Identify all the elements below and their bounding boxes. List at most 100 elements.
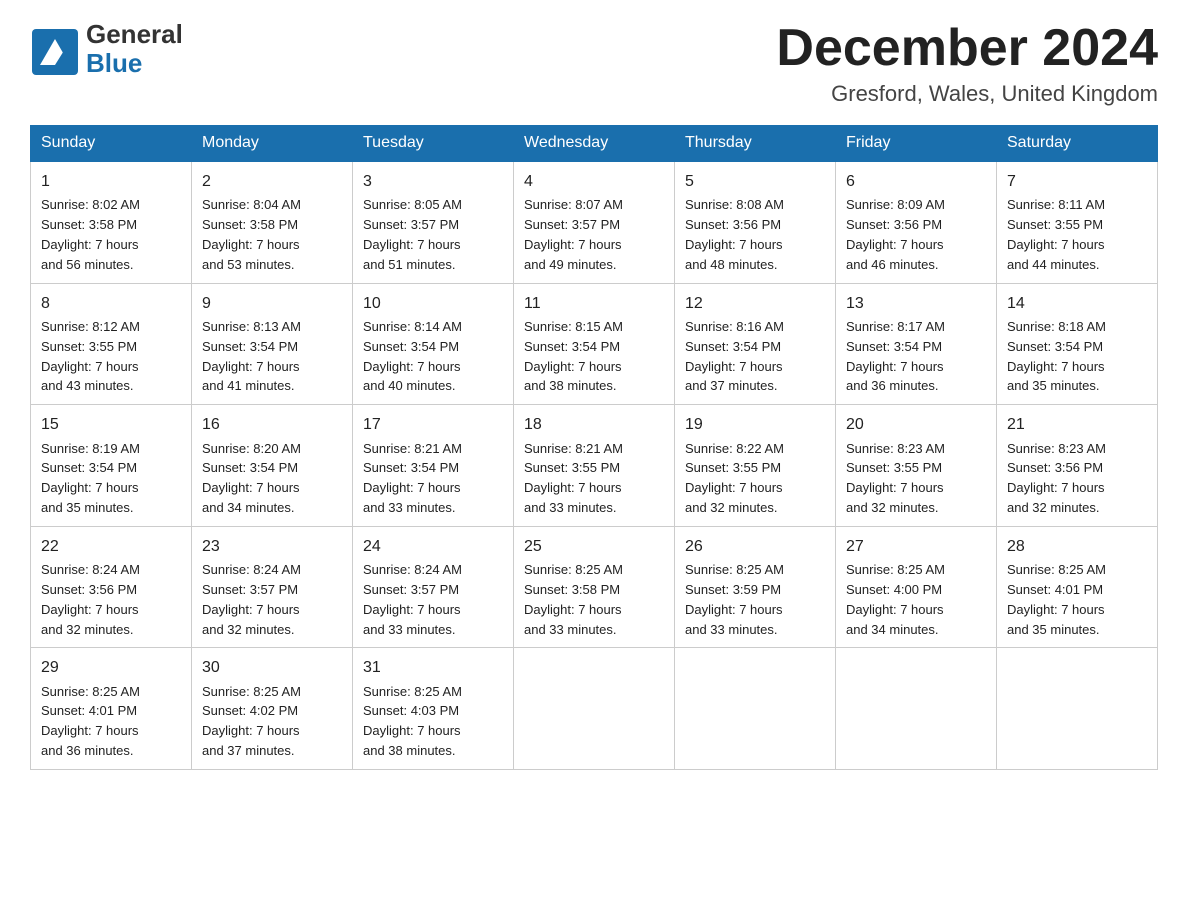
day-number: 13 bbox=[846, 292, 986, 315]
calendar-table: SundayMondayTuesdayWednesdayThursdayFrid… bbox=[30, 125, 1158, 770]
calendar-cell: 30 Sunrise: 8:25 AMSunset: 4:02 PMDayligh… bbox=[192, 648, 353, 770]
col-header-tuesday: Tuesday bbox=[353, 126, 514, 162]
day-number: 27 bbox=[846, 535, 986, 558]
day-info: Sunrise: 8:16 AMSunset: 3:54 PMDaylight:… bbox=[685, 319, 784, 394]
page-header: General Blue December 2024 Gresford, Wal… bbox=[30, 20, 1158, 107]
calendar-cell: 8Sunrise: 8:12 AMSunset: 3:55 PMDaylight… bbox=[31, 283, 192, 405]
day-info: Sunrise: 8:24 AMSunset: 3:56 PMDaylight:… bbox=[41, 562, 140, 637]
calendar-cell: 18 Sunrise: 8:21 AMSunset: 3:55 PMDayligh… bbox=[514, 405, 675, 527]
day-number: 5 bbox=[685, 170, 825, 193]
week-row-2: 8Sunrise: 8:12 AMSunset: 3:55 PMDaylight… bbox=[31, 283, 1158, 405]
day-number: 31 bbox=[363, 656, 503, 679]
logo-icon bbox=[30, 27, 80, 77]
day-number: 12 bbox=[685, 292, 825, 315]
calendar-cell: 4 Sunrise: 8:07 AMSunset: 3:57 PMDaylight… bbox=[514, 161, 675, 283]
calendar-cell: 23 Sunrise: 8:24 AMSunset: 3:57 PMDayligh… bbox=[192, 526, 353, 648]
day-number: 14 bbox=[1007, 292, 1147, 315]
calendar-cell: 12 Sunrise: 8:16 AMSunset: 3:54 PMDayligh… bbox=[675, 283, 836, 405]
day-number: 23 bbox=[202, 535, 342, 558]
day-number: 30 bbox=[202, 656, 342, 679]
day-number: 7 bbox=[1007, 170, 1147, 193]
day-info: Sunrise: 8:21 AMSunset: 3:55 PMDaylight:… bbox=[524, 441, 623, 516]
calendar-cell: 14 Sunrise: 8:18 AMSunset: 3:54 PMDayligh… bbox=[997, 283, 1158, 405]
day-info: Sunrise: 8:21 AMSunset: 3:54 PMDaylight:… bbox=[363, 441, 462, 516]
calendar-cell: 22 Sunrise: 8:24 AMSunset: 3:56 PMDayligh… bbox=[31, 526, 192, 648]
day-info: Sunrise: 8:17 AMSunset: 3:54 PMDaylight:… bbox=[846, 319, 945, 394]
day-info: Sunrise: 8:25 AMSunset: 4:00 PMDaylight:… bbox=[846, 562, 945, 637]
day-info: Sunrise: 8:07 AMSunset: 3:57 PMDaylight:… bbox=[524, 197, 623, 272]
day-info: Sunrise: 8:24 AMSunset: 3:57 PMDaylight:… bbox=[202, 562, 301, 637]
day-info: Sunrise: 8:23 AMSunset: 3:55 PMDaylight:… bbox=[846, 441, 945, 516]
day-number: 15 bbox=[41, 413, 181, 436]
day-info: Sunrise: 8:11 AMSunset: 3:55 PMDaylight:… bbox=[1007, 197, 1105, 272]
day-number: 28 bbox=[1007, 535, 1147, 558]
calendar-cell bbox=[997, 648, 1158, 770]
calendar-cell: 2Sunrise: 8:04 AMSunset: 3:58 PMDaylight… bbox=[192, 161, 353, 283]
calendar-header-row: SundayMondayTuesdayWednesdayThursdayFrid… bbox=[31, 126, 1158, 162]
day-info: Sunrise: 8:25 AMSunset: 4:03 PMDaylight:… bbox=[363, 684, 462, 759]
day-number: 26 bbox=[685, 535, 825, 558]
logo: General Blue bbox=[30, 20, 183, 77]
calendar-cell: 16Sunrise: 8:20 AMSunset: 3:54 PMDayligh… bbox=[192, 405, 353, 527]
day-info: Sunrise: 8:13 AMSunset: 3:54 PMDaylight:… bbox=[202, 319, 301, 394]
day-info: Sunrise: 8:14 AMSunset: 3:54 PMDaylight:… bbox=[363, 319, 462, 394]
week-row-1: 1Sunrise: 8:02 AMSunset: 3:58 PMDaylight… bbox=[31, 161, 1158, 283]
calendar-cell: 9Sunrise: 8:13 AMSunset: 3:54 PMDaylight… bbox=[192, 283, 353, 405]
day-number: 16 bbox=[202, 413, 342, 436]
calendar-cell: 1Sunrise: 8:02 AMSunset: 3:58 PMDaylight… bbox=[31, 161, 192, 283]
day-number: 4 bbox=[524, 170, 664, 193]
day-info: Sunrise: 8:19 AMSunset: 3:54 PMDaylight:… bbox=[41, 441, 140, 516]
calendar-cell: 3Sunrise: 8:05 AMSunset: 3:57 PMDaylight… bbox=[353, 161, 514, 283]
day-number: 17 bbox=[363, 413, 503, 436]
calendar-cell bbox=[675, 648, 836, 770]
calendar-cell: 25Sunrise: 8:25 AMSunset: 3:58 PMDayligh… bbox=[514, 526, 675, 648]
week-row-5: 29Sunrise: 8:25 AMSunset: 4:01 PMDayligh… bbox=[31, 648, 1158, 770]
day-number: 29 bbox=[41, 656, 181, 679]
week-row-4: 22 Sunrise: 8:24 AMSunset: 3:56 PMDayligh… bbox=[31, 526, 1158, 648]
calendar-cell: 15 Sunrise: 8:19 AMSunset: 3:54 PMDayligh… bbox=[31, 405, 192, 527]
day-info: Sunrise: 8:09 AMSunset: 3:56 PMDaylight:… bbox=[846, 197, 945, 272]
day-info: Sunrise: 8:22 AMSunset: 3:55 PMDaylight:… bbox=[685, 441, 784, 516]
col-header-saturday: Saturday bbox=[997, 126, 1158, 162]
calendar-cell: 31 Sunrise: 8:25 AMSunset: 4:03 PMDayligh… bbox=[353, 648, 514, 770]
col-header-monday: Monday bbox=[192, 126, 353, 162]
logo-blue-text: Blue bbox=[86, 48, 142, 78]
day-number: 3 bbox=[363, 170, 503, 193]
day-info: Sunrise: 8:25 AMSunset: 4:02 PMDaylight:… bbox=[202, 684, 301, 759]
calendar-cell: 20 Sunrise: 8:23 AMSunset: 3:55 PMDayligh… bbox=[836, 405, 997, 527]
title-section: December 2024 Gresford, Wales, United Ki… bbox=[776, 20, 1158, 107]
calendar-cell: 29Sunrise: 8:25 AMSunset: 4:01 PMDayligh… bbox=[31, 648, 192, 770]
calendar-cell: 27 Sunrise: 8:25 AMSunset: 4:00 PMDayligh… bbox=[836, 526, 997, 648]
day-info: Sunrise: 8:02 AMSunset: 3:58 PMDaylight:… bbox=[41, 197, 140, 272]
day-number: 6 bbox=[846, 170, 986, 193]
calendar-cell bbox=[836, 648, 997, 770]
day-number: 2 bbox=[202, 170, 342, 193]
calendar-cell: 17 Sunrise: 8:21 AMSunset: 3:54 PMDayligh… bbox=[353, 405, 514, 527]
calendar-cell: 28 Sunrise: 8:25 AMSunset: 4:01 PMDayligh… bbox=[997, 526, 1158, 648]
day-number: 22 bbox=[41, 535, 181, 558]
calendar-cell: 24Sunrise: 8:24 AMSunset: 3:57 PMDayligh… bbox=[353, 526, 514, 648]
calendar-cell: 7 Sunrise: 8:11 AMSunset: 3:55 PMDaylight… bbox=[997, 161, 1158, 283]
col-header-wednesday: Wednesday bbox=[514, 126, 675, 162]
calendar-cell: 10Sunrise: 8:14 AMSunset: 3:54 PMDayligh… bbox=[353, 283, 514, 405]
day-number: 18 bbox=[524, 413, 664, 436]
day-info: Sunrise: 8:25 AMSunset: 3:58 PMDaylight:… bbox=[524, 562, 623, 637]
calendar-cell bbox=[514, 648, 675, 770]
day-number: 19 bbox=[685, 413, 825, 436]
calendar-cell: 13 Sunrise: 8:17 AMSunset: 3:54 PMDayligh… bbox=[836, 283, 997, 405]
day-number: 21 bbox=[1007, 413, 1147, 436]
day-info: Sunrise: 8:23 AMSunset: 3:56 PMDaylight:… bbox=[1007, 441, 1106, 516]
day-number: 20 bbox=[846, 413, 986, 436]
calendar-cell: 11Sunrise: 8:15 AMSunset: 3:54 PMDayligh… bbox=[514, 283, 675, 405]
day-number: 24 bbox=[363, 535, 503, 558]
calendar-cell: 6 Sunrise: 8:09 AMSunset: 3:56 PMDaylight… bbox=[836, 161, 997, 283]
col-header-thursday: Thursday bbox=[675, 126, 836, 162]
calendar-cell: 21 Sunrise: 8:23 AMSunset: 3:56 PMDayligh… bbox=[997, 405, 1158, 527]
calendar-cell: 5Sunrise: 8:08 AMSunset: 3:56 PMDaylight… bbox=[675, 161, 836, 283]
day-number: 11 bbox=[524, 292, 664, 315]
location-text: Gresford, Wales, United Kingdom bbox=[776, 81, 1158, 107]
day-info: Sunrise: 8:25 AMSunset: 4:01 PMDaylight:… bbox=[1007, 562, 1106, 637]
logo-general-text: General bbox=[86, 19, 183, 49]
day-info: Sunrise: 8:18 AMSunset: 3:54 PMDaylight:… bbox=[1007, 319, 1106, 394]
day-number: 8 bbox=[41, 292, 181, 315]
